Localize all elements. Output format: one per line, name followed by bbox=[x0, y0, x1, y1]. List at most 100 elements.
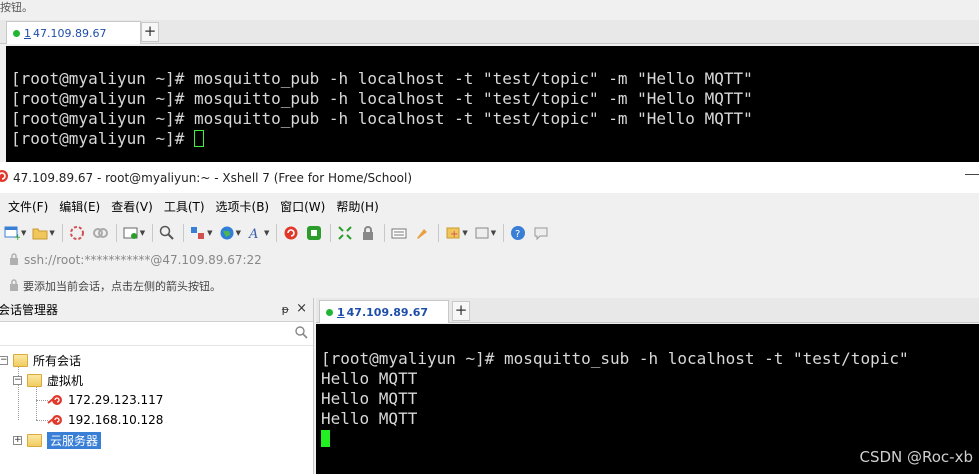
tree-label: 192.168.10.128 bbox=[68, 413, 164, 427]
tree-item-all-sessions[interactable]: − 所有会话 bbox=[0, 350, 81, 370]
folder-icon bbox=[27, 433, 42, 447]
tab-layout-icon[interactable] bbox=[473, 224, 491, 242]
session-search-input[interactable] bbox=[0, 322, 313, 346]
tab-number: 1 bbox=[337, 305, 345, 319]
lock-icon[interactable] bbox=[359, 224, 377, 242]
terminal-cursor bbox=[194, 130, 205, 147]
help-icon[interactable]: ? bbox=[509, 224, 527, 242]
xshell-icon[interactable] bbox=[282, 224, 300, 242]
find-icon[interactable] bbox=[158, 224, 176, 242]
reconnect-icon[interactable] bbox=[68, 224, 86, 242]
toolbar-separator bbox=[61, 224, 63, 242]
properties-icon[interactable] bbox=[122, 224, 140, 242]
new-tab-button[interactable]: + bbox=[452, 301, 470, 321]
new-session-icon[interactable]: + bbox=[3, 224, 21, 242]
chevron-down-icon[interactable]: ▼ bbox=[462, 229, 467, 237]
session-icon bbox=[47, 415, 62, 425]
keyboard-icon[interactable] bbox=[390, 224, 408, 242]
tab-number: 1 bbox=[24, 26, 31, 40]
pin-icon[interactable]: ᵽ bbox=[282, 303, 289, 316]
title-bar: 47.109.89.67 - root@myaliyun:~ - Xshell … bbox=[0, 162, 979, 193]
tree-label: 172.29.123.117 bbox=[68, 393, 164, 407]
top-tab-bar: 1 47.109.89.67 + bbox=[0, 20, 979, 44]
window-title: 47.109.89.67 - root@myaliyun:~ - Xshell … bbox=[13, 170, 413, 185]
toolbar-separator bbox=[276, 224, 278, 242]
menu-tools[interactable]: 工具(T) bbox=[164, 198, 205, 215]
toolbar-separator bbox=[384, 224, 386, 242]
chevron-down-icon[interactable]: ▼ bbox=[491, 229, 496, 237]
fullscreen-icon[interactable] bbox=[336, 224, 354, 242]
svg-text:+: + bbox=[14, 233, 20, 241]
terminal-prompt-line: [root@myaliyun ~]# bbox=[11, 129, 974, 149]
toolbar-separator bbox=[330, 224, 332, 242]
menu-tabs[interactable]: 选项卡(B) bbox=[216, 198, 270, 215]
menu-window[interactable]: 窗口(W) bbox=[280, 198, 325, 215]
font-icon[interactable]: A bbox=[246, 224, 264, 242]
globe-icon[interactable] bbox=[218, 224, 236, 242]
collapse-icon[interactable]: − bbox=[13, 375, 22, 385]
tree-item-session[interactable]: 192.168.10.128 bbox=[47, 410, 163, 430]
session-manager-title: 会话管理器 bbox=[0, 303, 59, 317]
collapse-icon[interactable]: − bbox=[0, 355, 8, 365]
xshell-app-icon bbox=[0, 169, 9, 186]
session-icon bbox=[47, 395, 62, 405]
chevron-down-icon[interactable]: ▼ bbox=[207, 229, 212, 237]
main-session-tab[interactable]: 1 47.109.89.67 bbox=[319, 300, 449, 323]
session-manager-header: 会话管理器 ᵽ × bbox=[0, 298, 313, 322]
tree-item-vm[interactable]: − 虚拟机 bbox=[13, 370, 83, 390]
menu-view[interactable]: 查看(V) bbox=[111, 198, 153, 215]
top-terminal[interactable]: [root@myaliyun ~]# mosquitto_pub -h loca… bbox=[6, 46, 979, 162]
terminal-line: Hello MQTT bbox=[321, 409, 418, 428]
chevron-down-icon[interactable]: ▼ bbox=[236, 229, 241, 237]
bookmark-icon[interactable] bbox=[9, 278, 19, 294]
folder-icon bbox=[13, 353, 28, 367]
terminal-prompt: [root@myaliyun ~]# bbox=[11, 129, 195, 148]
compose-icon[interactable]: + bbox=[444, 224, 462, 242]
menu-file[interactable]: 文件(F) bbox=[8, 198, 48, 215]
chevron-down-icon[interactable]: ▼ bbox=[21, 229, 26, 237]
toolbar: + ▼ ▼ ▼ ▼ ▼ A ▼ + ▼ ▼ ? bbox=[0, 219, 979, 247]
svg-text:A: A bbox=[248, 227, 258, 241]
connected-dot-icon bbox=[326, 309, 333, 316]
address-text[interactable]: ssh://root:***********@47.109.89.67:22 bbox=[24, 253, 262, 267]
terminal-line: [root@myaliyun ~]# mosquitto_sub -h loca… bbox=[321, 349, 909, 368]
chevron-down-icon[interactable]: ▼ bbox=[264, 229, 269, 237]
expand-icon[interactable]: + bbox=[13, 435, 22, 445]
highlight-icon[interactable] bbox=[413, 224, 431, 242]
tree-item-cloud[interactable]: + 云服务器 bbox=[13, 430, 102, 450]
chat-icon[interactable] bbox=[532, 224, 550, 242]
toolbar-separator bbox=[183, 224, 185, 242]
main-tab-bar: 1 47.109.89.67 + bbox=[316, 298, 979, 323]
toolbar-separator bbox=[115, 224, 117, 242]
chevron-down-icon[interactable]: ▼ bbox=[49, 229, 54, 237]
minimize-icon[interactable] bbox=[965, 174, 979, 175]
top-session-tab[interactable]: 1 47.109.89.67 bbox=[6, 21, 141, 44]
menu-help[interactable]: 帮助(H) bbox=[336, 198, 378, 215]
search-icon[interactable] bbox=[295, 326, 308, 342]
hint-text: 要添加当前会话，点击左侧的箭头按钮。 bbox=[23, 280, 221, 293]
tree-item-session[interactable]: 172.29.123.117 bbox=[47, 390, 163, 410]
watermark: CSDN @Roc-xb bbox=[859, 448, 973, 466]
folder-icon bbox=[27, 373, 42, 387]
disconnect-icon[interactable] bbox=[91, 224, 109, 242]
lock-icon bbox=[9, 252, 19, 268]
top-new-tab-button[interactable]: + bbox=[141, 22, 159, 42]
close-icon[interactable]: × bbox=[296, 301, 307, 316]
terminal-line: [root@myaliyun ~]# mosquitto_pub -h loca… bbox=[11, 69, 753, 88]
toolbar-separator bbox=[503, 224, 505, 242]
top-hint-text: 按钮。 bbox=[0, 1, 33, 13]
hint-bar: 要添加当前会话，点击左侧的箭头按钮。 bbox=[0, 276, 979, 296]
svg-text:?: ? bbox=[515, 229, 520, 240]
terminal-line: [root@myaliyun ~]# mosquitto_pub -h loca… bbox=[11, 109, 753, 128]
tree-connector bbox=[36, 386, 37, 420]
chevron-down-icon[interactable]: ▼ bbox=[140, 229, 145, 237]
toolbar-separator bbox=[438, 224, 440, 242]
background-xshell-window: 按钮。 1 47.109.89.67 + [root@myaliyun ~]# … bbox=[0, 0, 979, 162]
xftp-icon[interactable] bbox=[305, 224, 323, 242]
xshell-window: 47.109.89.67 - root@myaliyun:~ - Xshell … bbox=[0, 162, 979, 474]
open-folder-icon[interactable] bbox=[31, 224, 49, 242]
layout-icon[interactable] bbox=[189, 224, 207, 242]
address-bar: ssh://root:***********@47.109.89.67:22 bbox=[0, 250, 979, 270]
menu-edit[interactable]: 编辑(E) bbox=[59, 198, 100, 215]
session-manager-panel: 会话管理器 ᵽ × − 所有会话 − 虚拟机 172.29.123.117 19 bbox=[0, 298, 314, 474]
